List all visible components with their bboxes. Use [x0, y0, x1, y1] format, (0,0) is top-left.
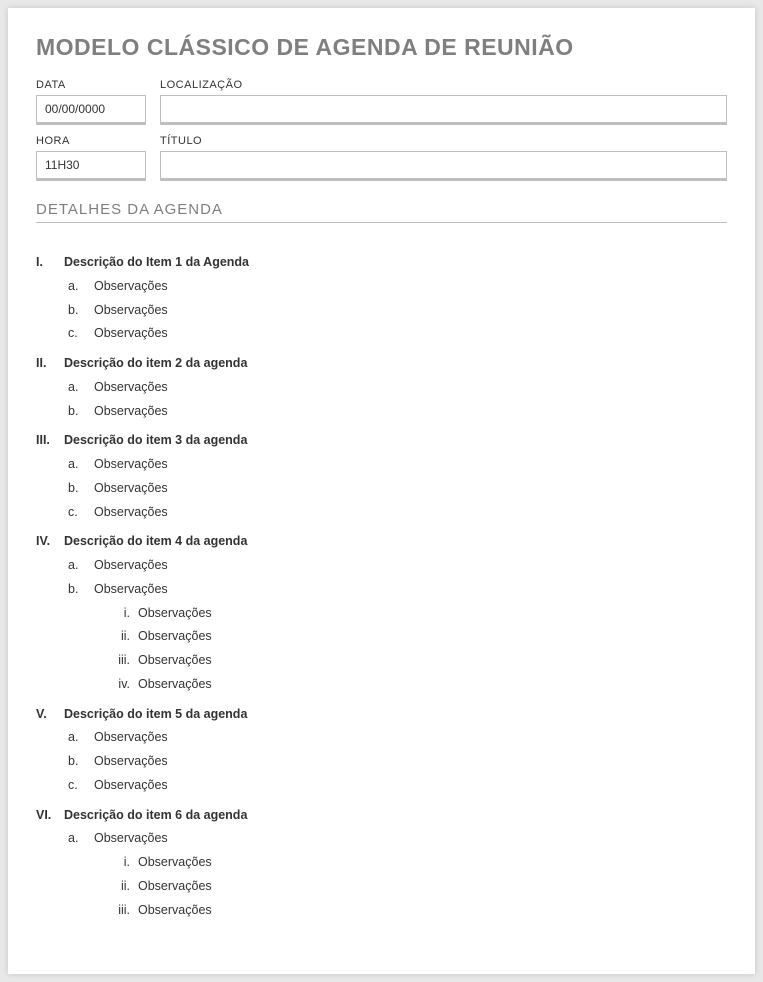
agenda-subsubitem: ii.Observações	[36, 875, 727, 899]
subitem-text: Observações	[94, 376, 168, 400]
subitem-text: Observações	[94, 554, 168, 578]
agenda-subitem: a.Observações	[36, 554, 727, 578]
subsubitem-text: Observações	[138, 899, 212, 923]
subitem-marker: b.	[68, 477, 94, 501]
agenda-subitem: a.Observações	[36, 376, 727, 400]
subsubitem-text: Observações	[138, 851, 212, 875]
field-row-1: DATA LOCALIZAÇÃO	[36, 79, 727, 125]
item-title: Descrição do item 4 da agenda	[64, 530, 247, 554]
subitem-marker: c.	[68, 501, 94, 525]
subsubitem-marker: iii.	[110, 899, 138, 923]
item-marker: I.	[36, 251, 64, 275]
subitem-marker: a.	[68, 827, 94, 851]
item-marker: II.	[36, 352, 64, 376]
subitem-text: Observações	[94, 322, 168, 346]
agenda-item: IV.Descrição do item 4 da agenda	[36, 530, 727, 554]
item-title: Descrição do item 5 da agenda	[64, 703, 247, 727]
subsubitem-marker: ii.	[110, 625, 138, 649]
subitem-text: Observações	[94, 726, 168, 750]
agenda-subitem: c.Observações	[36, 774, 727, 798]
section-heading: DETALHES DA AGENDA	[36, 201, 727, 223]
item-title: Descrição do item 3 da agenda	[64, 429, 247, 453]
subsubitem-marker: i.	[110, 851, 138, 875]
label-time: HORA	[36, 135, 146, 147]
agenda-item: II.Descrição do item 2 da agenda	[36, 352, 727, 376]
subitem-text: Observações	[94, 827, 168, 851]
subsubitem-marker: iii.	[110, 649, 138, 673]
subsubitem-marker: ii.	[110, 875, 138, 899]
agenda-subsubitem: iv.Observações	[36, 673, 727, 697]
agenda-subitem: c.Observações	[36, 501, 727, 525]
input-date[interactable]	[36, 95, 146, 125]
item-title: Descrição do Item 1 da Agenda	[64, 251, 249, 275]
subsubitem-text: Observações	[138, 602, 212, 626]
item-title: Descrição do item 2 da agenda	[64, 352, 247, 376]
agenda-list: I.Descrição do Item 1 da Agendaa.Observa…	[36, 251, 727, 922]
input-title[interactable]	[160, 151, 727, 181]
item-marker: IV.	[36, 530, 64, 554]
input-time[interactable]	[36, 151, 146, 181]
agenda-subitem: b.Observações	[36, 400, 727, 424]
label-title: TÍTULO	[160, 135, 727, 147]
page-title: MODELO CLÁSSICO DE AGENDA DE REUNIÃO	[36, 34, 727, 61]
agenda-subitem: a.Observações	[36, 827, 727, 851]
subsubitem-text: Observações	[138, 649, 212, 673]
label-location: LOCALIZAÇÃO	[160, 79, 727, 91]
agenda-subitem: b.Observações	[36, 299, 727, 323]
subitem-marker: a.	[68, 275, 94, 299]
agenda-subsubitem: iii.Observações	[36, 899, 727, 923]
agenda-subitem: a.Observações	[36, 275, 727, 299]
field-group-title: TÍTULO	[160, 135, 727, 181]
subitem-marker: c.	[68, 774, 94, 798]
agenda-subitem: b.Observações	[36, 578, 727, 602]
subitem-text: Observações	[94, 750, 168, 774]
subitem-marker: b.	[68, 750, 94, 774]
agenda-subsubitem: ii.Observações	[36, 625, 727, 649]
subitem-marker: a.	[68, 726, 94, 750]
item-title: Descrição do item 6 da agenda	[64, 804, 247, 828]
document-page: MODELO CLÁSSICO DE AGENDA DE REUNIÃO DAT…	[8, 8, 755, 974]
subitem-text: Observações	[94, 578, 168, 602]
agenda-subitem: c.Observações	[36, 322, 727, 346]
agenda-item: I.Descrição do Item 1 da Agenda	[36, 251, 727, 275]
agenda-item: III.Descrição do item 3 da agenda	[36, 429, 727, 453]
subitem-marker: c.	[68, 322, 94, 346]
item-marker: V.	[36, 703, 64, 727]
agenda-subsubitem: iii.Observações	[36, 649, 727, 673]
item-marker: VI.	[36, 804, 64, 828]
agenda-item: V.Descrição do item 5 da agenda	[36, 703, 727, 727]
subsubitem-text: Observações	[138, 875, 212, 899]
subitem-text: Observações	[94, 400, 168, 424]
agenda-subsubitem: i.Observações	[36, 602, 727, 626]
subitem-marker: b.	[68, 578, 94, 602]
subitem-text: Observações	[94, 453, 168, 477]
agenda-item: VI.Descrição do item 6 da agenda	[36, 804, 727, 828]
agenda-subitem: b.Observações	[36, 477, 727, 501]
subitem-marker: b.	[68, 400, 94, 424]
subitem-text: Observações	[94, 501, 168, 525]
item-marker: III.	[36, 429, 64, 453]
subitem-text: Observações	[94, 275, 168, 299]
label-date: DATA	[36, 79, 146, 91]
field-row-2: HORA TÍTULO	[36, 135, 727, 181]
field-group-location: LOCALIZAÇÃO	[160, 79, 727, 125]
subitem-text: Observações	[94, 299, 168, 323]
agenda-subitem: a.Observações	[36, 726, 727, 750]
subitem-marker: a.	[68, 376, 94, 400]
subitem-text: Observações	[94, 774, 168, 798]
subitem-marker: b.	[68, 299, 94, 323]
field-group-time: HORA	[36, 135, 146, 181]
subitem-marker: a.	[68, 554, 94, 578]
subsubitem-marker: i.	[110, 602, 138, 626]
subsubitem-text: Observações	[138, 625, 212, 649]
agenda-subitem: b.Observações	[36, 750, 727, 774]
subsubitem-text: Observações	[138, 673, 212, 697]
field-group-date: DATA	[36, 79, 146, 125]
subitem-text: Observações	[94, 477, 168, 501]
subitem-marker: a.	[68, 453, 94, 477]
input-location[interactable]	[160, 95, 727, 125]
subsubitem-marker: iv.	[110, 673, 138, 697]
agenda-subsubitem: i.Observações	[36, 851, 727, 875]
agenda-subitem: a.Observações	[36, 453, 727, 477]
